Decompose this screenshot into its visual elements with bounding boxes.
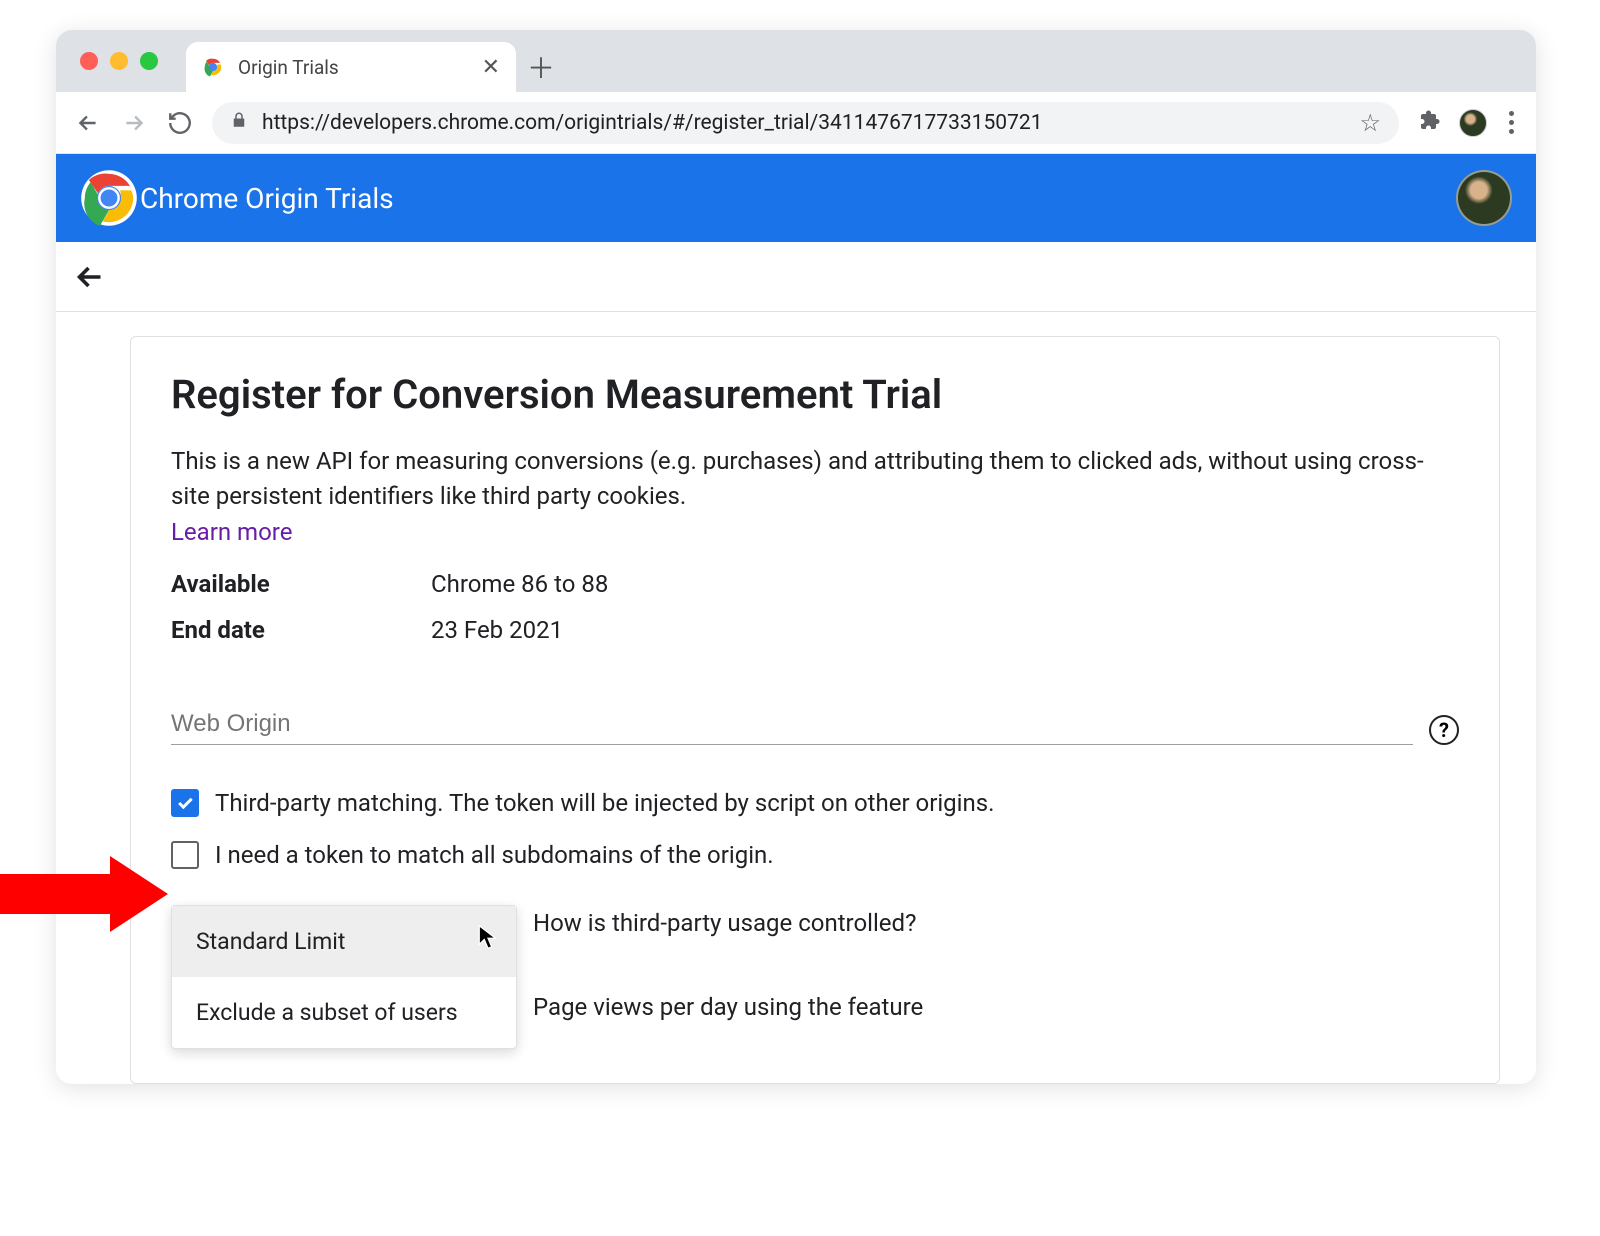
lock-icon: [230, 111, 248, 135]
trial-description: This is a new API for measuring conversi…: [171, 444, 1459, 514]
help-icon[interactable]: ?: [1429, 715, 1459, 745]
bookmark-star-icon[interactable]: ☆: [1359, 109, 1381, 137]
thirdparty-checkbox-row[interactable]: Third-party matching. The token will be …: [171, 789, 1459, 817]
subdomains-checkbox[interactable]: [171, 841, 199, 869]
browser-titlebar: Origin Trials ✕ ＋: [56, 30, 1536, 92]
annotation-arrow-icon: [0, 856, 168, 932]
browser-toolbar: https://developers.chrome.com/origintria…: [56, 92, 1536, 154]
window-controls: [56, 52, 158, 92]
cursor-icon: [478, 924, 498, 956]
trial-meta: Available Chrome 86 to 88 End date 23 Fe…: [171, 570, 1459, 644]
app-header: Chrome Origin Trials: [56, 154, 1536, 242]
tab-close-icon[interactable]: ✕: [482, 55, 500, 80]
usage-limit-area: Standard Limit Exclude a subset of users…: [171, 905, 1459, 1049]
page-back-icon[interactable]: [72, 259, 108, 295]
page-back-row: [56, 242, 1536, 312]
enddate-label: End date: [171, 616, 431, 644]
available-label: Available: [171, 570, 431, 598]
extensions-icon[interactable]: [1417, 108, 1441, 138]
profile-avatar-icon[interactable]: [1459, 109, 1487, 137]
close-window-icon[interactable]: [80, 52, 98, 70]
subdomains-checkbox-row[interactable]: I need a token to match all subdomains o…: [171, 841, 1459, 869]
thirdparty-checkbox[interactable]: [171, 789, 199, 817]
new-tab-button[interactable]: ＋: [516, 42, 566, 92]
web-origin-row: ?: [171, 704, 1459, 745]
browser-tab[interactable]: Origin Trials ✕: [186, 42, 516, 92]
thirdparty-usage-question: How is third-party usage controlled?: [533, 909, 923, 937]
web-origin-input[interactable]: [171, 704, 1413, 745]
browser-window: Origin Trials ✕ ＋ https://developers.chr…: [56, 30, 1536, 1084]
available-value: Chrome 86 to 88: [431, 570, 608, 598]
maximize-window-icon[interactable]: [140, 52, 158, 70]
chrome-logo-icon: [80, 169, 138, 227]
user-avatar-icon[interactable]: [1456, 170, 1512, 226]
tab-favicon-icon: [202, 56, 224, 78]
subdomains-label: I need a token to match all subdomains o…: [215, 841, 774, 869]
minimize-window-icon[interactable]: [110, 52, 128, 70]
nav-reload-icon[interactable]: [166, 109, 194, 137]
tab-title: Origin Trials: [238, 56, 468, 79]
enddate-value: 23 Feb 2021: [431, 616, 563, 644]
checkbox-group: Third-party matching. The token will be …: [171, 789, 1459, 869]
limit-option-standard[interactable]: Standard Limit: [172, 906, 516, 977]
limit-dropdown[interactable]: Standard Limit Exclude a subset of users: [171, 905, 517, 1049]
thirdparty-label: Third-party matching. The token will be …: [215, 789, 994, 817]
limit-option-exclude[interactable]: Exclude a subset of users: [172, 977, 516, 1048]
trial-card: Register for Conversion Measurement Tria…: [130, 336, 1500, 1084]
url-text: https://developers.chrome.com/origintria…: [262, 111, 1345, 135]
nav-back-icon[interactable]: [74, 109, 102, 137]
address-bar[interactable]: https://developers.chrome.com/origintria…: [212, 102, 1399, 144]
learn-more-link[interactable]: Learn more: [171, 518, 292, 546]
browser-menu-icon[interactable]: [1505, 107, 1518, 138]
nav-forward-icon[interactable]: [120, 109, 148, 137]
page-title: Register for Conversion Measurement Tria…: [171, 371, 1459, 418]
app-title: Chrome Origin Trials: [140, 182, 1454, 215]
pageviews-label: Page views per day using the feature: [533, 993, 923, 1021]
